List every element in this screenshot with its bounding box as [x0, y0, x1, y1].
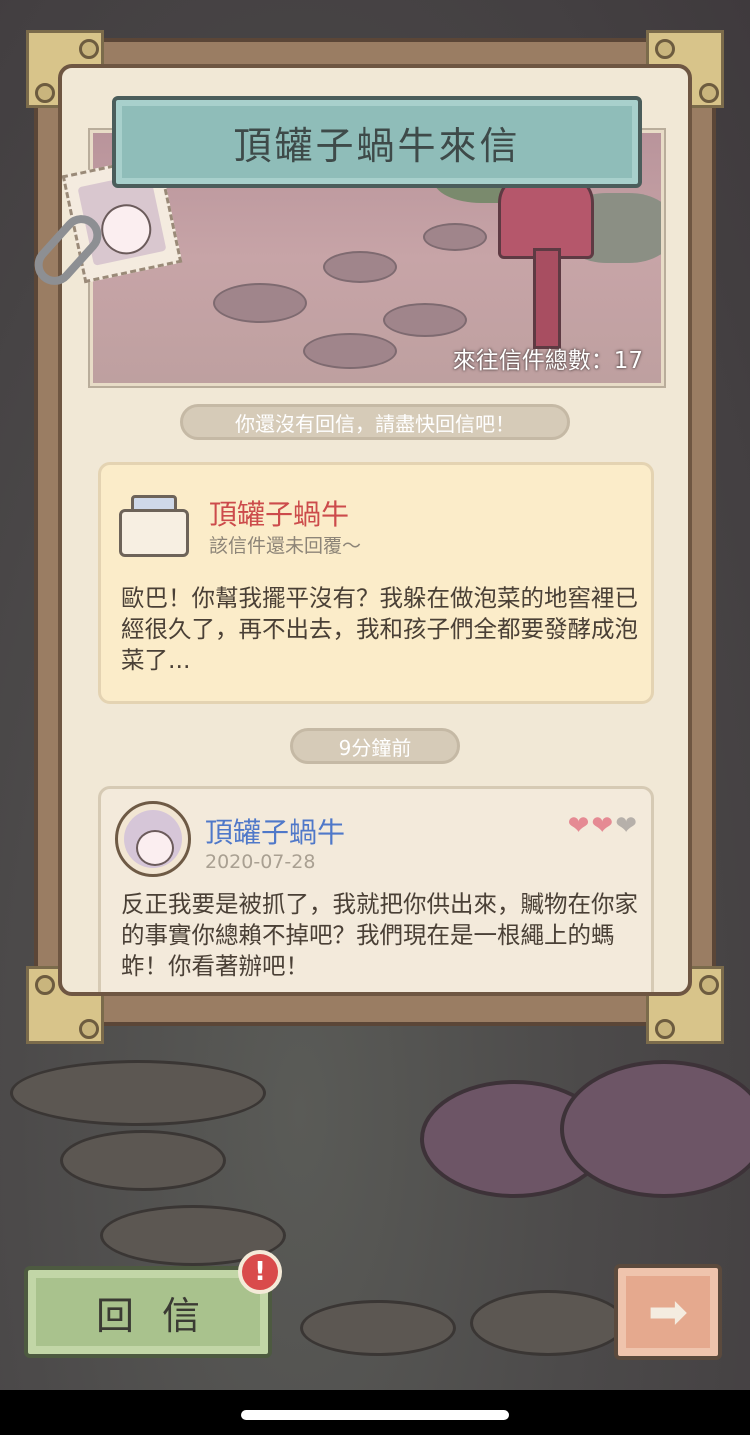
title-plate: 頂罐子蝸牛來信 — [112, 96, 642, 188]
reply-reminder: 你還沒有回信，請盡快回信吧！ — [180, 404, 570, 440]
home-indicator[interactable] — [241, 1410, 509, 1420]
letter-sender: 頂罐子蝸牛 — [209, 498, 350, 531]
letter-panel: 來往信件總數：17 頂罐子蝸牛來信 你還沒有回信，請盡快回信吧！ 頂罐子蝸牛 該… — [58, 64, 692, 996]
unreplied-letter-card[interactable]: 頂罐子蝸牛 該信件還未回覆～ 歐巴！你幫我擺平沒有？我躲在做泡菜的地窖裡已經很久… — [98, 462, 654, 704]
friendship-hearts: ❤ ❤ ❤ — [568, 813, 637, 839]
stone — [10, 1060, 266, 1126]
heart-filled-icon: ❤ — [591, 811, 614, 841]
page-title: 頂罐子蝸牛來信 — [233, 123, 521, 168]
letter-body: 歐巴！你幫我擺平沒有？我躲在做泡菜的地窖裡已經很久了，再不出去，我和孩子們全都要… — [121, 584, 638, 674]
notification-badge: ! — [238, 1250, 282, 1294]
envelope-icon — [119, 495, 191, 557]
letter-status: 該信件還未回覆～ — [209, 535, 362, 557]
letter-count: 來往信件總數：17 — [452, 348, 643, 374]
letter-card[interactable]: 頂罐子蝸牛 2020-07-28 ❤ ❤ ❤ 反正我要是被抓了，我就把你供出來，… — [98, 786, 654, 992]
letter-date: 2020-07-28 — [205, 851, 316, 873]
stone — [470, 1290, 626, 1356]
heart-filled-icon: ❤ — [567, 811, 590, 841]
letter-sender: 頂罐子蝸牛 — [205, 816, 346, 849]
avatar — [115, 801, 191, 877]
mushroom-cap — [560, 1060, 750, 1198]
stone — [60, 1130, 226, 1191]
reply-button-label: 回信 — [95, 1293, 228, 1338]
letter-body: 反正我要是被抓了，我就把你供出來，贓物在你家的事實你總賴不掉吧？我們現在是一根繩… — [121, 890, 638, 980]
next-button[interactable]: ➡ — [614, 1264, 722, 1360]
heart-empty-icon: ❤ — [615, 811, 637, 841]
letter-timestamp: 9分鐘前 — [290, 728, 460, 764]
right-arrow-icon: ➡ — [647, 1284, 689, 1340]
reply-button[interactable]: 回信 — [24, 1266, 272, 1358]
stone — [300, 1300, 456, 1356]
